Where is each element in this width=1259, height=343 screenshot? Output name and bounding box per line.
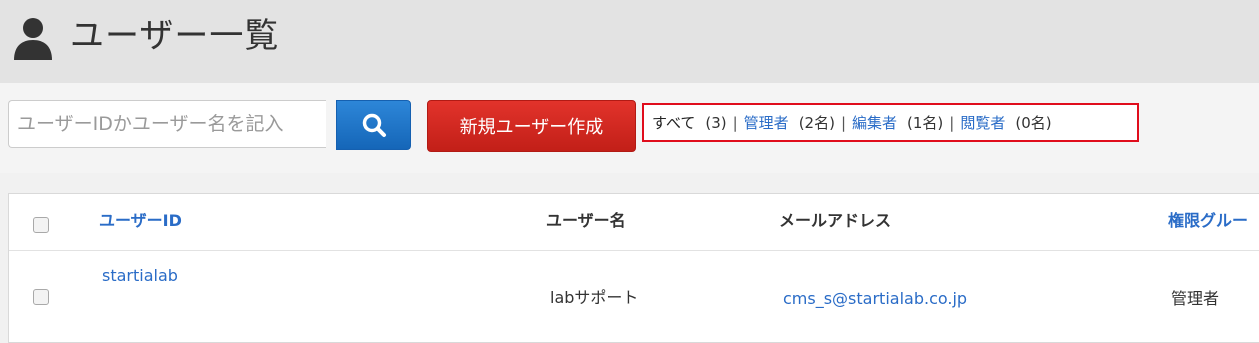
role-filter-bar: すべて (3) | 管理者 (2名) | 編集者 (1名) | 閲覧者 (0名): [642, 103, 1139, 142]
page-title: ユーザー一覧: [70, 16, 280, 56]
row-user-name: labサポート: [550, 288, 639, 307]
filter-all[interactable]: すべて: [652, 112, 695, 133]
filter-separator: |: [732, 113, 738, 132]
filter-editor[interactable]: 編集者: [852, 112, 897, 133]
filter-all-count: (3): [705, 113, 727, 132]
column-permission-group[interactable]: 権限グルー: [1168, 211, 1248, 231]
create-user-button[interactable]: 新規ユーザー作成: [427, 100, 636, 152]
filter-viewer[interactable]: 閲覧者: [960, 112, 1005, 133]
filter-separator: |: [949, 113, 955, 132]
toolbar: 新規ユーザー作成 すべて (3) | 管理者 (2名) | 編集者 (1名) |…: [0, 83, 1259, 173]
table-header: ユーザーID ユーザー名 メールアドレス 権限グルー: [9, 194, 1259, 251]
search-icon: [362, 113, 386, 137]
row-email-link[interactable]: cms_s@startialab.co.jp: [783, 289, 967, 309]
search-button[interactable]: [336, 100, 411, 150]
filter-viewer-count: (0名): [1015, 114, 1052, 132]
filter-admin[interactable]: 管理者: [744, 112, 789, 133]
row-permission-group: 管理者: [1171, 289, 1220, 308]
user-icon: [14, 18, 52, 60]
filter-admin-count: (2名): [798, 114, 835, 132]
filter-editor-count: (1名): [907, 114, 944, 132]
select-all-checkbox[interactable]: [33, 217, 49, 233]
page-header: ユーザー一覧: [0, 0, 1259, 83]
search-input[interactable]: [8, 100, 326, 148]
row-checkbox[interactable]: [33, 289, 49, 305]
user-table: ユーザーID ユーザー名 メールアドレス 権限グルー startialab la…: [8, 193, 1259, 343]
column-user-id[interactable]: ユーザーID: [99, 211, 182, 231]
column-email: メールアドレス: [779, 211, 892, 230]
filter-separator: |: [840, 113, 846, 132]
column-user-name: ユーザー名: [546, 211, 626, 230]
row-user-id-link[interactable]: startialab: [102, 266, 178, 286]
